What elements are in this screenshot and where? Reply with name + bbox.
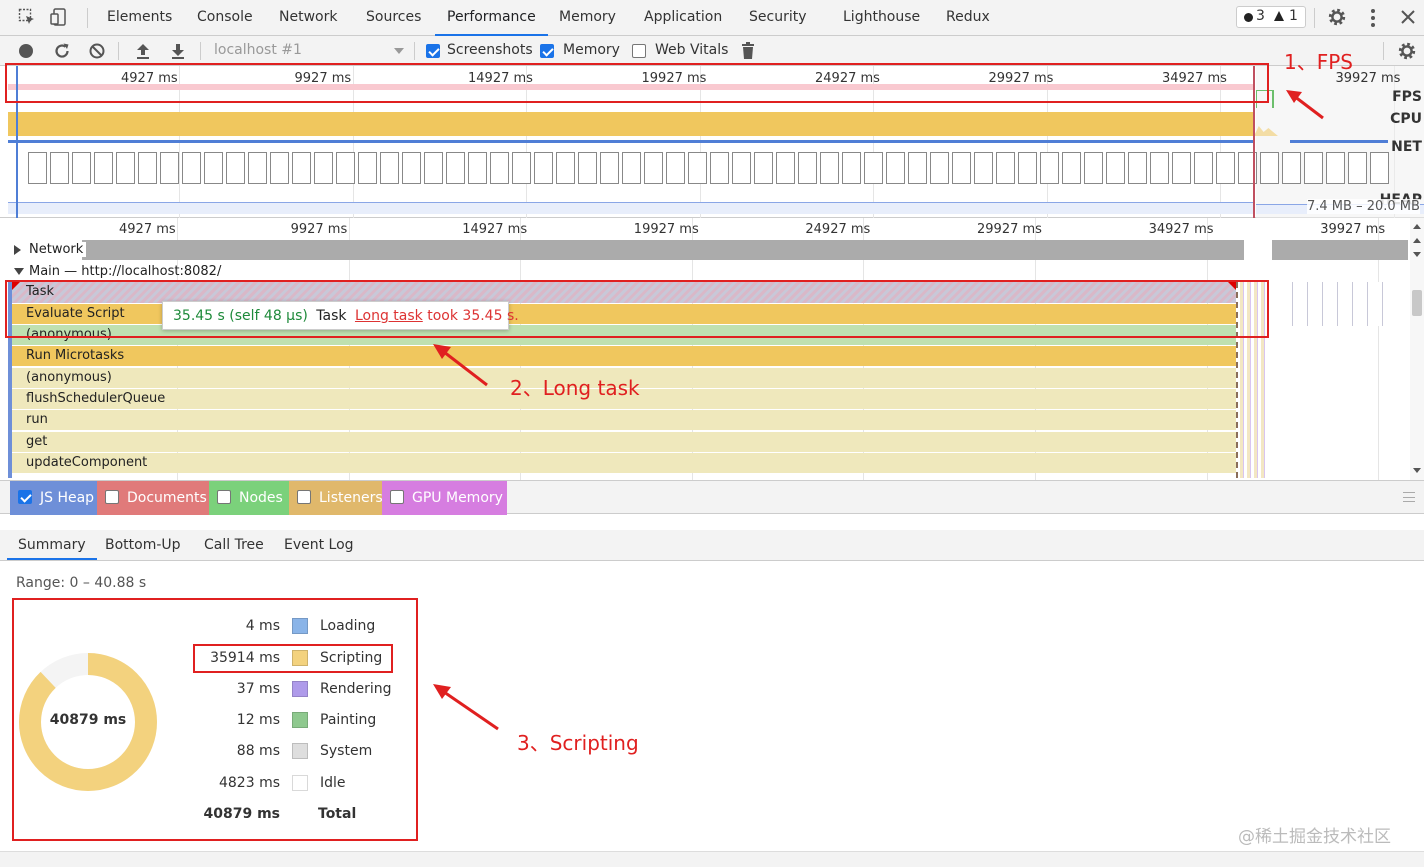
watermark: @稀土掘金技术社区 — [1238, 827, 1391, 847]
bottom-statusbar — [0, 851, 1424, 867]
annotation-arrows — [433, 90, 1324, 731]
